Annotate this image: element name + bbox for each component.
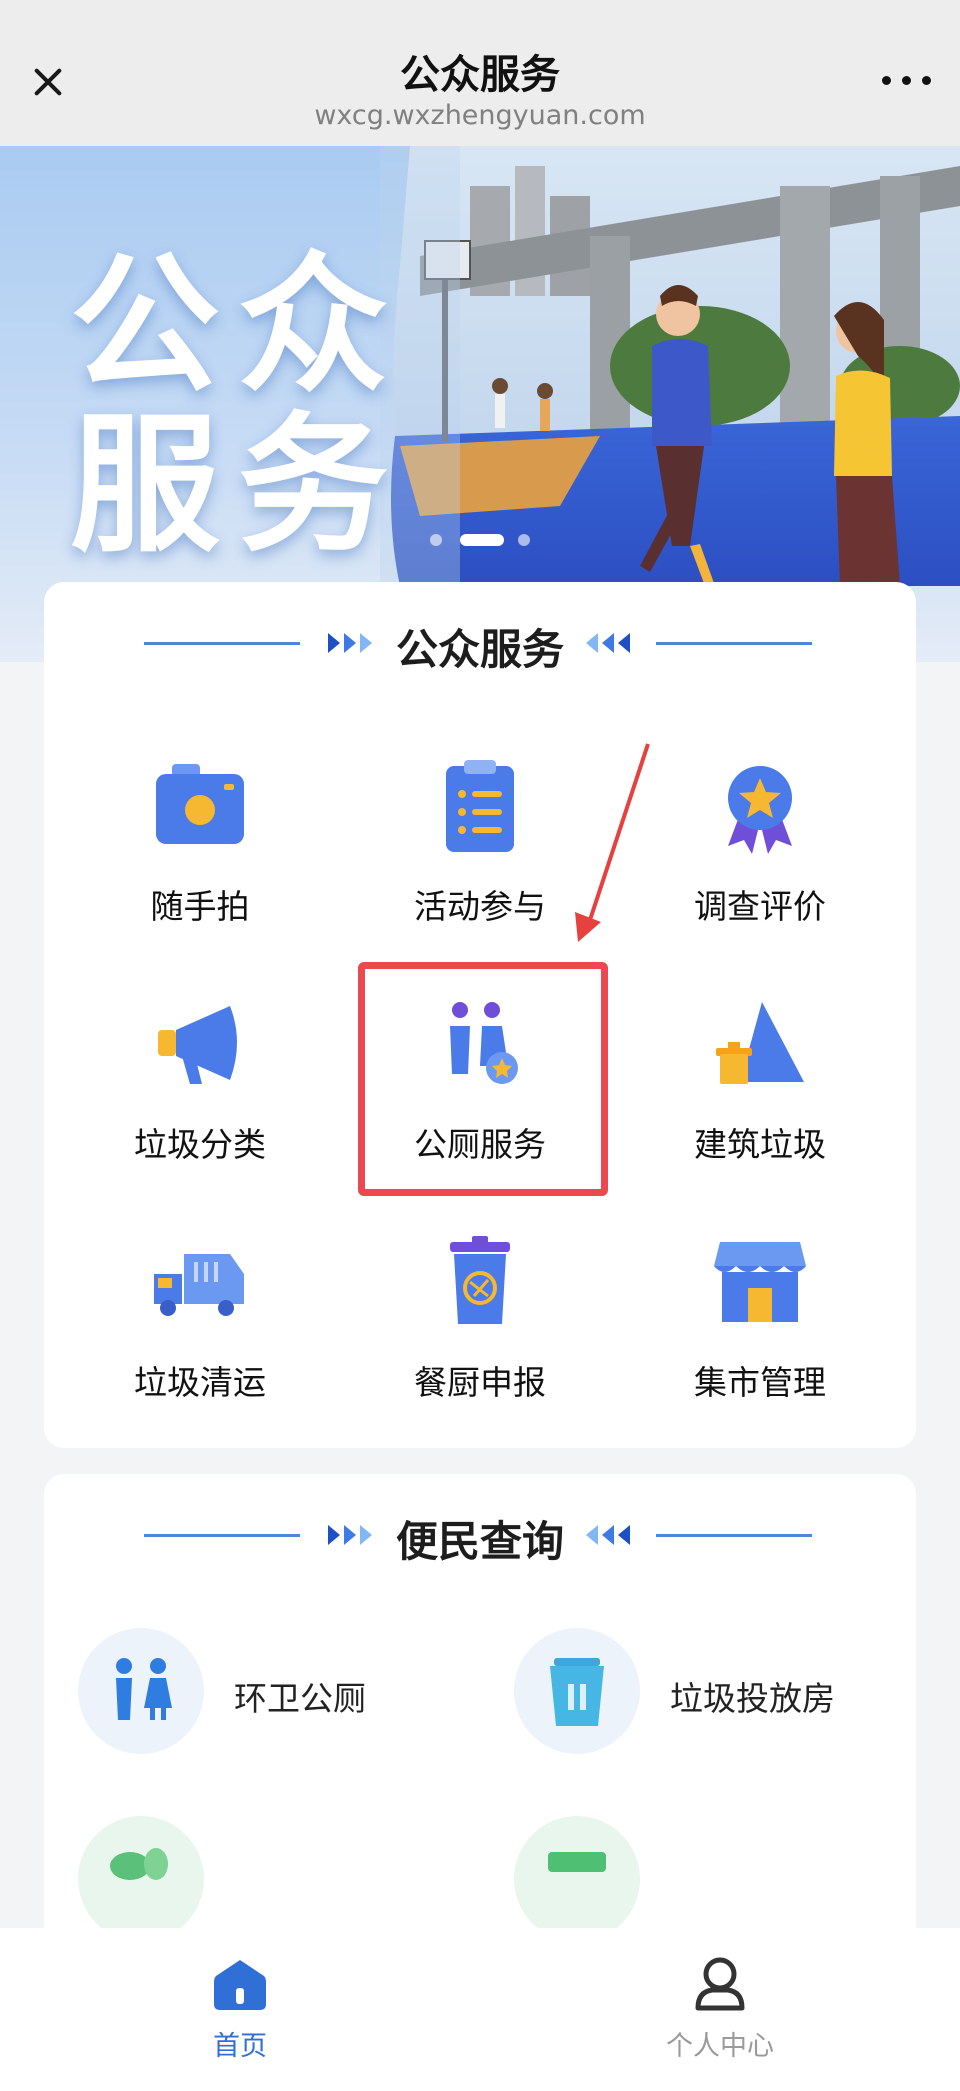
divider — [656, 642, 812, 645]
service-item-construction[interactable]: 建筑垃圾 — [640, 996, 880, 1196]
page-url: wxcg.wxzhengyuan.com — [314, 100, 646, 131]
icon-background — [514, 1816, 640, 1942]
more-options-icon[interactable] — [882, 70, 932, 90]
tab-label: 个人中心 — [666, 2031, 774, 2062]
camera-icon — [156, 764, 244, 844]
home-icon — [214, 1960, 266, 2010]
triple-chevron-left-icon — [586, 633, 630, 653]
award-medal-icon — [728, 766, 792, 854]
garbage-truck-icon — [154, 1254, 244, 1316]
trash-room-icon — [550, 1658, 604, 1726]
service-item-sorting[interactable]: 垃圾分类 — [80, 996, 320, 1196]
section-title: 便民查询 — [395, 1517, 564, 1566]
box-icon — [548, 1852, 606, 1872]
service-item-survey[interactable]: 调查评价 — [640, 758, 880, 958]
restroom-icon — [116, 1658, 172, 1720]
service-label: 调查评价 — [694, 887, 826, 926]
service-item-activity[interactable]: 活动参与 — [360, 758, 600, 958]
construction-waste-icon — [716, 1002, 804, 1084]
section-title: 公众服务 — [395, 625, 564, 674]
tab-label: 首页 — [213, 2031, 267, 2062]
clipboard-icon — [446, 760, 514, 852]
service-label: 活动参与 — [414, 887, 546, 926]
banner-headline: 公众 服务 — [70, 239, 407, 573]
section-header: 便民查询 — [44, 1504, 916, 1566]
query-item-trash-room[interactable]: 垃圾投放房 — [514, 1628, 914, 1758]
market-stall-icon — [714, 1242, 806, 1322]
service-item-transport[interactable]: 垃圾清运 — [80, 1234, 320, 1434]
service-item-photo[interactable]: 随手拍 — [80, 758, 320, 958]
service-label: 随手拍 — [150, 887, 250, 926]
service-label: 建筑垃圾 — [694, 1125, 826, 1164]
query-item-vegetable[interactable] — [78, 1816, 478, 1946]
kitchen-bin-icon — [450, 1236, 510, 1324]
service-item-kitchen[interactable]: 餐厨申报 — [360, 1234, 600, 1434]
bottom-tab-bar: 首页 个人中心 — [0, 1928, 960, 2091]
query-label: 环卫公厕 — [234, 1679, 366, 1718]
service-label: 垃圾分类 — [134, 1125, 266, 1164]
service-label: 垃圾清运 — [134, 1363, 266, 1402]
vegetable-icon — [110, 1848, 168, 1880]
title-bar: 公众服务 wxcg.wxzhengyuan.com — [0, 0, 960, 146]
page-title: 公众服务 — [400, 52, 560, 98]
section-header: 公众服务 — [44, 612, 916, 674]
icon-background — [514, 1628, 640, 1754]
service-label: 餐厨申报 — [414, 1363, 546, 1402]
megaphone-icon — [158, 1006, 237, 1084]
user-profile-icon — [695, 1957, 745, 2011]
service-label: 集市管理 — [694, 1363, 826, 1402]
query-item-restroom[interactable]: 环卫公厕 — [78, 1628, 478, 1758]
divider — [656, 1534, 812, 1537]
convenience-query-card: 便民查询 环卫公厕 垃圾投放房 — [44, 1474, 916, 1954]
query-item-box[interactable] — [514, 1816, 914, 1946]
icon-background — [78, 1816, 204, 1942]
tab-profile[interactable]: 个人中心 — [600, 1948, 840, 2068]
query-label: 垃圾投放房 — [670, 1679, 835, 1718]
highlight-box — [358, 962, 608, 1196]
tab-home[interactable]: 首页 — [120, 1948, 360, 2068]
triple-chevron-left-icon — [586, 1525, 630, 1545]
icon-background — [78, 1628, 204, 1754]
service-item-market[interactable]: 集市管理 — [640, 1234, 880, 1434]
